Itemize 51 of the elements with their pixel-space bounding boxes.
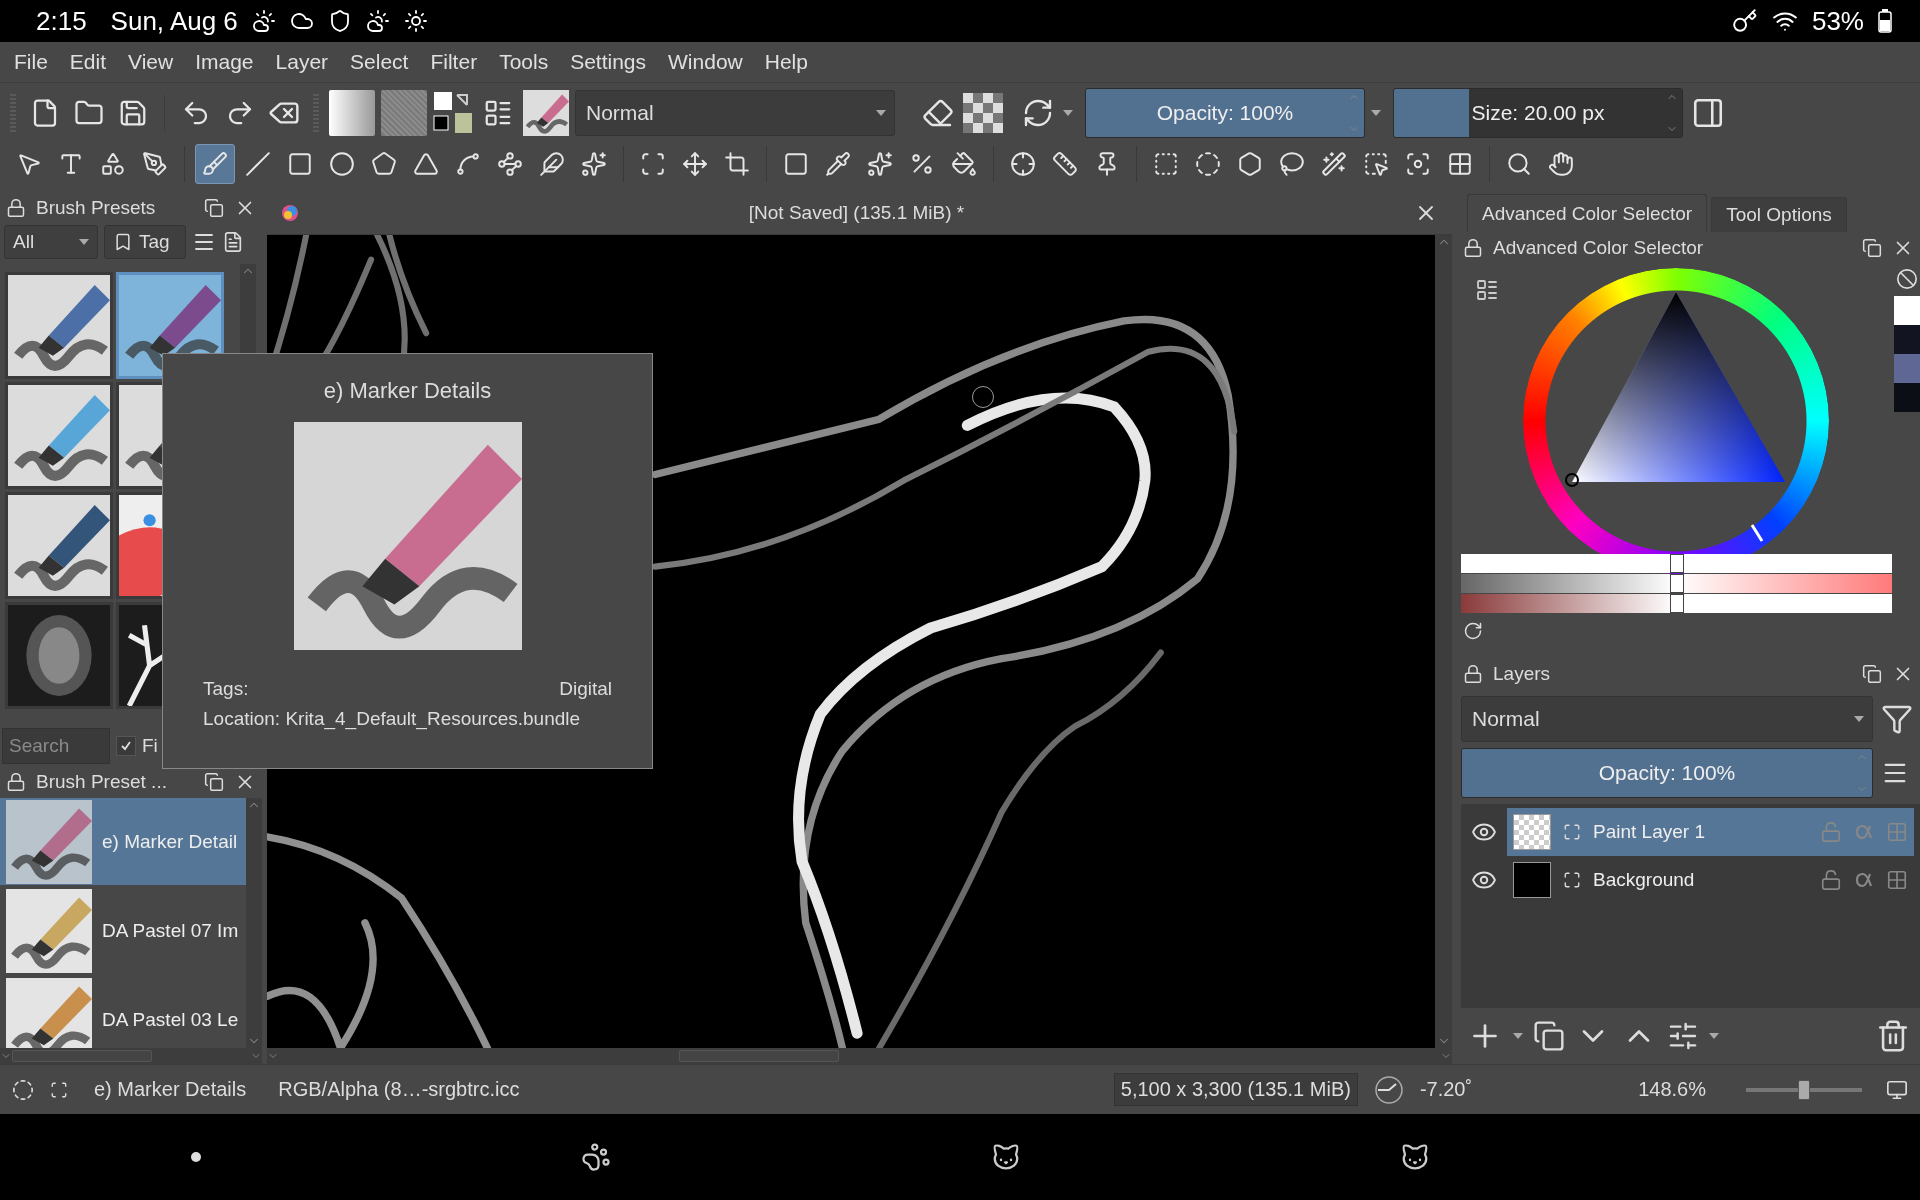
image-size[interactable]: 5,100 x 3,300 (135.1 MiB) [1113,1073,1358,1106]
menu-item[interactable]: Image [195,50,254,74]
zoom-level: 148.6% [1638,1078,1706,1101]
menu-item[interactable]: Select [350,50,409,74]
preset-list-item[interactable]: DA Pastel 07 Im [0,887,246,974]
layer-name: Background [1593,869,1696,891]
blend-mode-dropdown[interactable]: Normal [575,89,895,136]
location-text: Location: Krita_4_Default_Resources.bundle [203,708,581,730]
dock-title: Brush Presets [36,197,157,219]
menu-item[interactable]: Filter [430,50,478,74]
opacity-slider[interactable]: Opacity: 100% [1085,87,1365,138]
status-preset: e) Marker Details [94,1078,247,1101]
slider-label: Opacity: 100% [1156,100,1294,125]
dock-tab[interactable]: Tool Options [1711,197,1847,232]
document-tab[interactable]: [Not Saved] (135.1 MiB) * [299,202,1414,224]
menu-item[interactable]: Settings [570,50,647,74]
checkbox-label: Fi [142,735,158,757]
layer-name: Paint Layer 1 [1593,821,1706,843]
preset-list-item[interactable]: e) Marker Detail [0,798,246,885]
battery-percent: 53% [1811,5,1864,37]
search-field[interactable]: Search [2,728,110,764]
menu-item[interactable]: File [14,50,48,74]
preset-name: e) Marker Detail [102,830,238,853]
tags-value: Digital [559,678,612,700]
color-space: RGB/Alpha (8…-srgbtrc.icc [278,1078,520,1101]
dock-title: Brush Preset ... [36,771,168,793]
menu-item[interactable]: Tools [499,50,549,74]
clock: 2:15 [36,5,87,37]
dock-title: Advanced Color Selector [1493,237,1705,259]
slider-label: Opacity: 100% [1598,761,1736,785]
menu-item[interactable]: Layer [275,50,329,74]
menu-item[interactable]: Window [668,50,743,74]
size-slider[interactable]: Size: 20.00 px [1393,87,1683,138]
blend-mode-dropdown[interactable]: Normal [1461,696,1873,742]
tags-label: Tags: [203,678,249,700]
opacity-slider[interactable]: Opacity: 100% [1461,748,1873,798]
dock-title: Layers [1493,663,1552,685]
menu-item[interactable]: Edit [69,50,107,74]
tag-button[interactable]: Tag [104,225,186,259]
menu-item[interactable]: Help [764,50,808,74]
preset-name: DA Pastel 03 Le [102,1008,239,1031]
rotation-angle: -7.20˚ [1419,1078,1473,1101]
tag-filter-dropdown[interactable]: All [4,225,98,259]
dock-tab[interactable]: Advanced Color Selector [1467,194,1708,232]
tooltip-title: e) Marker Details [323,378,492,404]
layer-row[interactable]: Background [1507,856,1914,904]
slider-label: Size: 20.00 px [1471,100,1605,125]
layer-row[interactable]: Paint Layer 1 [1507,808,1914,856]
preset-name: DA Pastel 07 Im [102,919,239,942]
menu-item[interactable]: View [128,50,174,74]
date: Sun, Aug 6 [110,5,238,37]
